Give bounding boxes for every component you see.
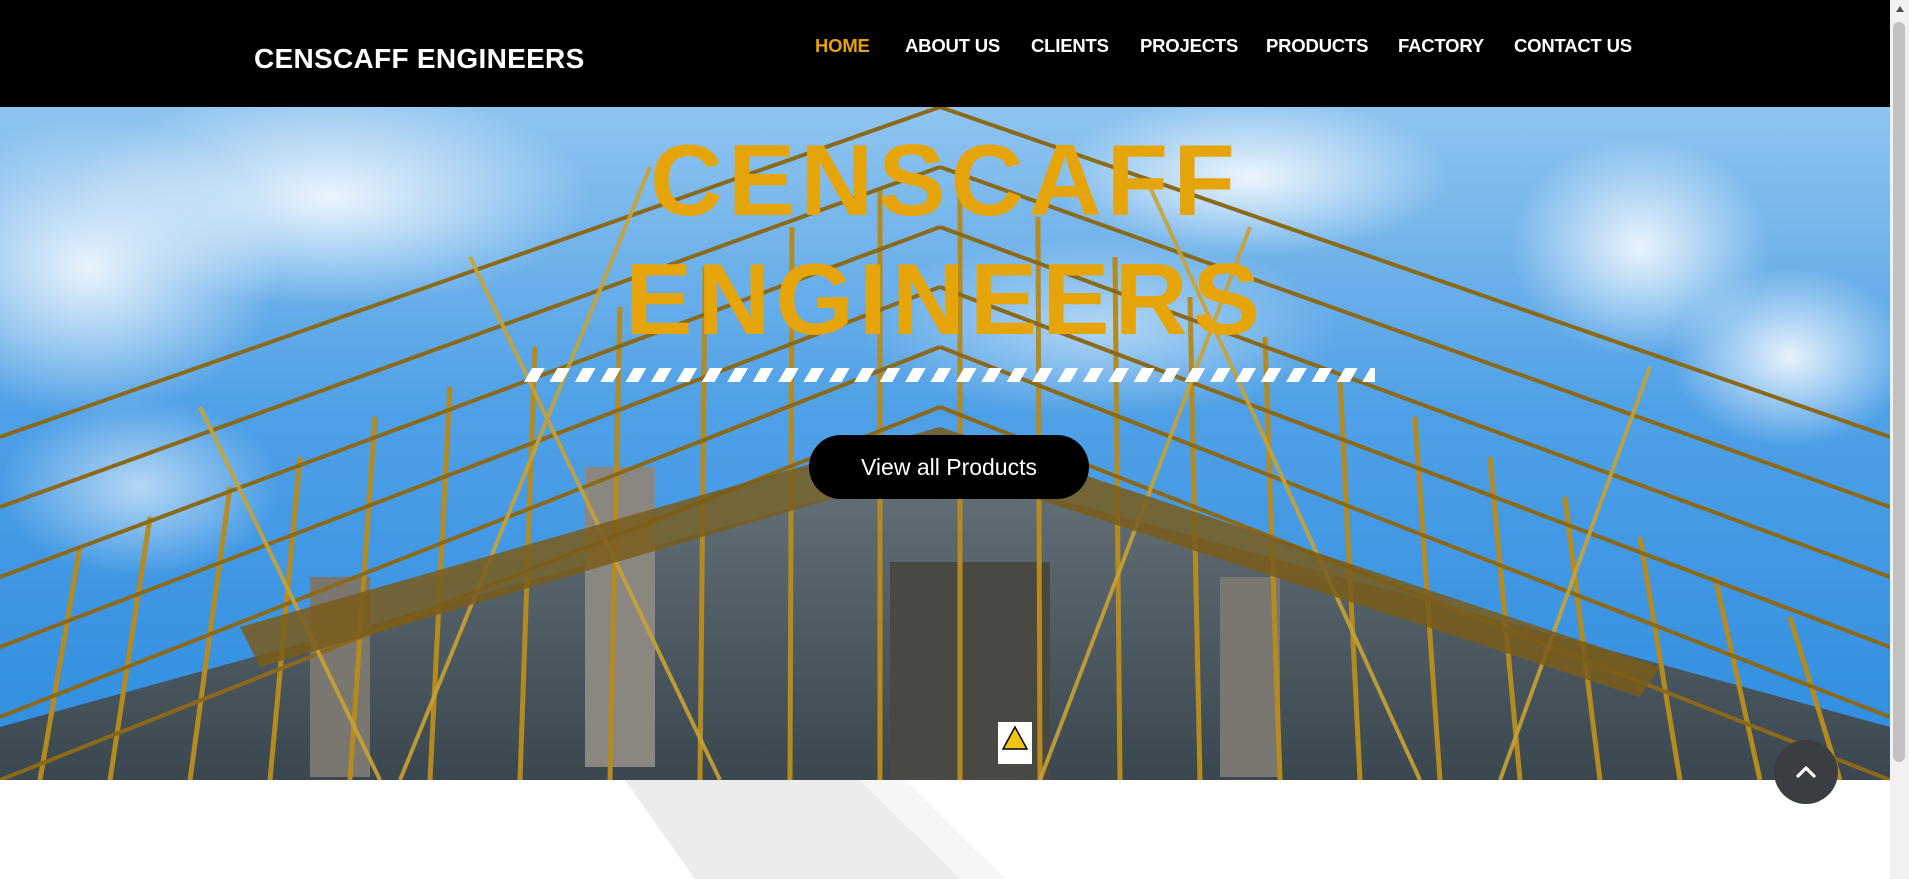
hero-banner: CENSCAFF ENGINEERS View all Products bbox=[0, 107, 1890, 780]
nav-projects[interactable]: PROJECTS bbox=[1140, 35, 1238, 57]
scroll-up-arrow-icon bbox=[1895, 6, 1904, 12]
nav-home[interactable]: HOME bbox=[815, 35, 870, 57]
site-header: CENSCAFF ENGINEERS HOME ABOUT US CLIENTS… bbox=[0, 0, 1890, 107]
site-logo-text[interactable]: CENSCAFF ENGINEERS bbox=[254, 43, 585, 75]
nav-contact-us[interactable]: CONTACT US bbox=[1514, 35, 1632, 57]
nav-products[interactable]: PRODUCTS bbox=[1266, 35, 1368, 57]
back-to-top-button[interactable] bbox=[1774, 740, 1838, 804]
chevron-up-icon bbox=[1796, 766, 1816, 778]
nav-factory[interactable]: FACTORY bbox=[1398, 35, 1484, 57]
scroll-up-button[interactable] bbox=[1890, 0, 1909, 18]
hero-title-line-2: ENGINEERS bbox=[625, 244, 1265, 356]
hero-divider bbox=[520, 368, 1375, 382]
nav-about-us[interactable]: ABOUT US bbox=[905, 35, 1000, 57]
page-scrollbar[interactable] bbox=[1890, 0, 1909, 879]
hero-title-line-1: CENSCAFF bbox=[650, 125, 1240, 237]
scrollbar-thumb[interactable] bbox=[1893, 22, 1905, 762]
content-section bbox=[0, 780, 1890, 879]
view-all-products-button[interactable]: View all Products bbox=[809, 435, 1089, 499]
decorative-shape bbox=[625, 780, 1005, 879]
nav-clients[interactable]: CLIENTS bbox=[1031, 35, 1109, 57]
